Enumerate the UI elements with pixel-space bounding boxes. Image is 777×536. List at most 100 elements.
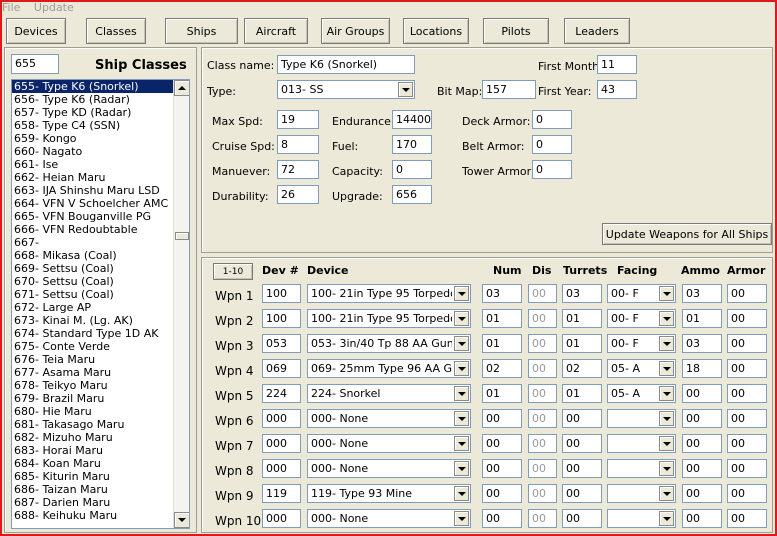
upgrade-field[interactable]: 656 [392,185,432,204]
weapon-num-field[interactable]: 01 [482,334,522,353]
ship-class-list-item[interactable]: 678- Teikyo Maru [12,379,175,392]
chevron-down-icon[interactable] [454,286,469,301]
max-spd-field[interactable]: 19 [277,110,319,129]
weapon-facing-select[interactable]: 00- F [607,284,676,303]
ship-class-list-item[interactable]: 673- Kinai M. (Lg. AK) [12,314,175,327]
chevron-down-icon[interactable] [454,311,469,326]
cruise-spd-field[interactable]: 8 [277,135,319,154]
weapon-facing-select[interactable] [607,409,676,428]
fuel-field[interactable]: 170 [392,135,432,154]
weapon-device-select[interactable]: 100- 21in Type 95 Torpedo [307,309,471,328]
weapon-facing-select[interactable]: 05- A [607,359,676,378]
weapon-turrets-field[interactable]: 01 [562,384,602,403]
weapon-ammo-field[interactable]: 00 [682,459,722,478]
ship-class-list-item[interactable]: 681- Takasago Maru [12,418,175,431]
weapon-turrets-field[interactable]: 00 [562,409,602,428]
chevron-down-icon[interactable] [398,82,413,97]
ship-class-list-item[interactable]: 680- Hie Maru [12,405,175,418]
weapon-armor-field[interactable]: 00 [727,409,767,428]
ship-class-list-item[interactable]: 686- Taizan Maru [12,483,175,496]
weapon-dev-field[interactable]: 069 [262,359,301,378]
weapon-dev-field[interactable]: 119 [262,484,301,503]
tower-armor-field[interactable]: 0 [532,160,572,179]
chevron-down-icon[interactable] [454,386,469,401]
weapon-device-select[interactable]: 000- None [307,459,471,478]
weapon-armor-field[interactable]: 00 [727,459,767,478]
chevron-down-icon[interactable] [454,336,469,351]
weapon-ammo-field[interactable]: 18 [682,359,722,378]
weapon-armor-field[interactable]: 00 [727,334,767,353]
weapon-turrets-field[interactable]: 03 [562,284,602,303]
weapon-facing-select[interactable]: 00- F [607,309,676,328]
weapon-facing-select[interactable] [607,434,676,453]
chevron-down-icon[interactable] [659,511,674,526]
chevron-down-icon[interactable] [659,336,674,351]
weapon-device-select[interactable]: 000- None [307,509,471,528]
chevron-down-icon[interactable] [659,386,674,401]
weapon-device-select[interactable]: 000- None [307,434,471,453]
weapon-device-select[interactable]: 069- 25mm Type 96 AA Gun [307,359,471,378]
ship-class-list-item[interactable]: 679- Brazil Maru [12,392,175,405]
weapon-armor-field[interactable]: 00 [727,484,767,503]
ship-class-list-item[interactable]: 669- Settsu (Coal) [12,262,175,275]
weapon-dev-field[interactable]: 000 [262,434,301,453]
update-weapons-button[interactable]: Update Weapons for All Ships [602,223,772,245]
ship-class-list-item[interactable]: 663- IJA Shinshu Maru LSD [12,184,175,197]
weapon-device-select[interactable]: 053- 3in/40 Tp 88 AA Gun [307,334,471,353]
weapon-ammo-field[interactable]: 00 [682,484,722,503]
chevron-down-icon[interactable] [659,311,674,326]
ship-class-list-item[interactable]: 674- Standard Type 1D AK [12,327,175,340]
ship-class-list-item[interactable]: 682- Mizuho Maru [12,431,175,444]
ship-class-list-item[interactable]: 665- VFN Bouganville PG [12,210,175,223]
weapon-armor-field[interactable]: 00 [727,284,767,303]
weapon-dev-field[interactable]: 000 [262,409,301,428]
weapon-device-select[interactable]: 224- Snorkel [307,384,471,403]
weapon-armor-field[interactable]: 00 [727,509,767,528]
toolbar-ships-button[interactable]: Ships [165,18,238,44]
weapon-facing-select[interactable]: 00- F [607,334,676,353]
type-select[interactable]: 013- SS [277,80,415,99]
weapon-num-field[interactable]: 02 [482,359,522,378]
capacity-field[interactable]: 0 [392,160,432,179]
weapon-dev-field[interactable]: 000 [262,509,301,528]
belt-armor-field[interactable]: 0 [532,135,572,154]
weapon-ammo-field[interactable]: 03 [682,284,722,303]
ship-class-list-item[interactable]: 658- Type C4 (SSN) [12,119,175,132]
chevron-down-icon[interactable] [454,411,469,426]
weapon-num-field[interactable]: 01 [482,309,522,328]
toolbar-leaders-button[interactable]: Leaders [564,18,630,44]
chevron-down-icon[interactable] [454,361,469,376]
ship-class-list-item[interactable]: 656- Type K6 (Radar) [12,93,175,106]
weapon-armor-field[interactable]: 00 [727,359,767,378]
ship-class-list-item[interactable]: 667- [12,236,175,249]
weapon-armor-field[interactable]: 00 [727,309,767,328]
toolbar-pilots-button[interactable]: Pilots [483,18,549,44]
weapon-dev-field[interactable]: 000 [262,459,301,478]
chevron-down-icon[interactable] [454,486,469,501]
weapon-turrets-field[interactable]: 00 [562,509,602,528]
ship-class-list-item[interactable]: 685- Kiturin Maru [12,470,175,483]
weapon-ammo-field[interactable]: 00 [682,384,722,403]
chevron-down-icon[interactable] [454,461,469,476]
weapon-facing-select[interactable]: 05- A [607,384,676,403]
weapon-turrets-field[interactable]: 01 [562,334,602,353]
weapon-facing-select[interactable] [607,484,676,503]
weapon-armor-field[interactable]: 00 [727,434,767,453]
weapon-turrets-field[interactable]: 00 [562,459,602,478]
weapon-turrets-field[interactable]: 00 [562,484,602,503]
ship-class-list[interactable]: 655- Type K6 (Snorkel) 656- Type K6 (Rada… [11,79,190,529]
weapon-ammo-field[interactable]: 00 [682,509,722,528]
weapon-turrets-field[interactable]: 01 [562,309,602,328]
class-name-field[interactable]: Type K6 (Snorkel) [277,55,415,74]
scroll-thumb[interactable] [175,232,189,240]
weapon-num-field[interactable]: 00 [482,459,522,478]
ship-class-list-item[interactable]: 666- VFN Redoubtable [12,223,175,236]
ship-class-list-item[interactable]: 662- Heian Maru [12,171,175,184]
first-month-field[interactable]: 11 [597,55,637,74]
ship-class-list-item[interactable]: 657- Type KD (Radar) [12,106,175,119]
weapon-facing-select[interactable] [607,459,676,478]
scroll-down-arrow-icon[interactable] [174,512,189,528]
chevron-down-icon[interactable] [659,286,674,301]
ship-class-list-item[interactable]: 664- VFN V Schoelcher AMC [12,197,175,210]
bitmap-field[interactable]: 157 [482,80,536,99]
